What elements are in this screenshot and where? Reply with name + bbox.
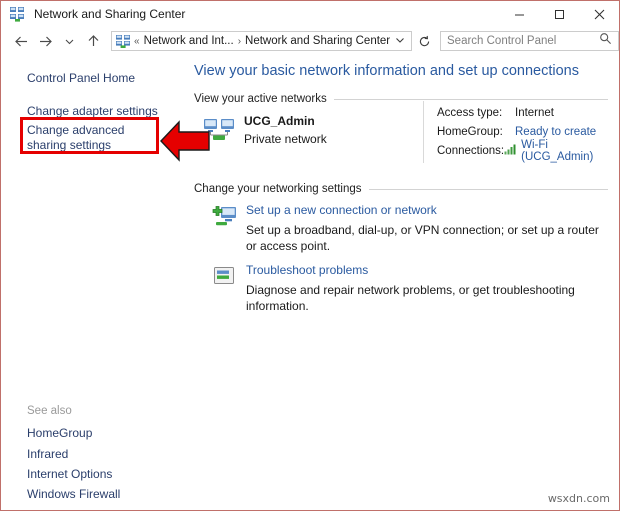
- setup-new-connection-description: Set up a broadband, dial-up, or VPN conn…: [246, 223, 599, 253]
- maximize-button[interactable]: [539, 1, 579, 27]
- sidebar-item-windows-firewall[interactable]: Windows Firewall: [27, 487, 120, 502]
- sidebar: Control Panel Home Change adapter settin…: [1, 55, 186, 510]
- connections-value-link[interactable]: Wi-Fi (UCG_Admin): [521, 139, 608, 163]
- minimize-button[interactable]: [499, 1, 539, 27]
- connections-label: Connections:: [437, 144, 505, 157]
- network-status-icon: [202, 115, 236, 145]
- sidebar-item-internet-options[interactable]: Internet Options: [27, 467, 112, 482]
- troubleshoot-problems-link[interactable]: Troubleshoot problems: [246, 263, 368, 277]
- forward-arrow-icon[interactable]: [33, 29, 57, 53]
- wifi-signal-icon: [504, 144, 517, 158]
- network-type: Private network: [244, 132, 327, 146]
- sidebar-item-homegroup[interactable]: HomeGroup: [27, 426, 92, 441]
- page-title: View your basic network information and …: [194, 63, 580, 79]
- vertical-divider: [423, 101, 424, 163]
- back-arrow-icon[interactable]: [9, 29, 33, 53]
- content-area: Control Panel Home Change adapter settin…: [1, 55, 619, 510]
- recent-locations-chevron-down-icon[interactable]: [57, 29, 81, 53]
- homegroup-value-link[interactable]: Ready to create: [515, 126, 596, 138]
- close-button[interactable]: [579, 1, 619, 27]
- search-box[interactable]: [440, 31, 619, 51]
- heading-divider: [333, 98, 608, 100]
- navigation-bar: « Network and Int... › Network and Shari…: [1, 27, 619, 55]
- main-panel: View your basic network information and …: [186, 55, 619, 510]
- breadcrumb-current[interactable]: Network and Sharing Center: [244, 35, 391, 47]
- window-title: Network and Sharing Center: [34, 7, 186, 21]
- breadcrumb-parent[interactable]: Network and Int...: [143, 35, 235, 47]
- title-bar: Network and Sharing Center: [1, 1, 619, 27]
- up-arrow-icon[interactable]: [81, 29, 105, 53]
- access-type-value: Internet: [515, 106, 554, 119]
- new-connection-icon: [212, 205, 238, 229]
- troubleshoot-icon: [212, 265, 238, 289]
- active-networks-heading-text: View your active networks: [194, 93, 327, 105]
- search-input[interactable]: [441, 34, 599, 48]
- breadcrumb-separator-icon: ›: [237, 35, 242, 47]
- setup-new-connection-link[interactable]: Set up a new connection or network: [246, 203, 437, 217]
- detail-row-access-type: Access type: Internet: [437, 103, 608, 122]
- change-settings-section-heading: Change your networking settings: [194, 183, 608, 195]
- sidebar-item-control-panel-home[interactable]: Control Panel Home: [27, 71, 135, 86]
- search-icon[interactable]: [599, 32, 612, 50]
- sidebar-item-change-adapter-settings[interactable]: Change adapter settings: [27, 104, 158, 119]
- see-also-label: See also: [27, 405, 72, 417]
- window-controls: [499, 1, 619, 27]
- network-name: UCG_Admin: [244, 114, 315, 128]
- watermark: wsxdn.com: [547, 492, 610, 505]
- refresh-icon[interactable]: [414, 31, 434, 51]
- access-type-label: Access type:: [437, 106, 503, 119]
- sidebar-item-infrared[interactable]: Infrared: [27, 447, 68, 462]
- network-icon: [9, 6, 25, 22]
- heading-divider: [368, 188, 608, 190]
- breadcrumb-overflow[interactable]: «: [131, 36, 143, 47]
- troubleshoot-problems-description: Diagnose and repair network problems, or…: [246, 283, 575, 313]
- network-details: Access type: Internet HomeGroup: Ready t…: [437, 103, 608, 163]
- homegroup-label: HomeGroup:: [437, 125, 503, 138]
- address-bar[interactable]: « Network and Int... › Network and Shari…: [111, 31, 412, 51]
- breadcrumb-chevron-down-icon[interactable]: [395, 36, 411, 46]
- detail-row-connections: Connections: Wi-Fi (UCG_Admin): [437, 139, 608, 163]
- change-settings-heading-text: Change your networking settings: [194, 183, 362, 195]
- network-and-sharing-center-window: Network and Sharing Center « Network and…: [0, 0, 620, 511]
- sidebar-item-change-advanced-sharing-settings[interactable]: Change advanced sharing settings: [27, 123, 147, 153]
- network-icon: [115, 33, 131, 49]
